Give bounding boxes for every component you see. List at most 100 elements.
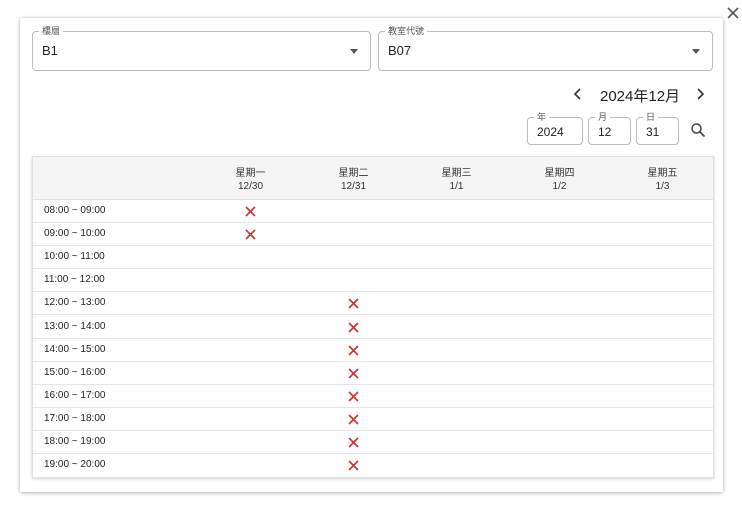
slot-cell[interactable] — [405, 200, 508, 223]
time-slot-label: 14:00 ~ 15:00 — [44, 343, 106, 355]
year-input-value: 2024 — [537, 125, 564, 139]
slot-cell[interactable] — [611, 454, 714, 477]
slot-cell[interactable] — [405, 246, 508, 269]
slot-cell[interactable] — [199, 362, 302, 385]
schedule-dialog: 樓層 B1 教室代號 B07 2024年12月 年 2024 月 12 日 31… — [20, 18, 723, 492]
slot-cell[interactable] — [405, 316, 508, 339]
slot-cell[interactable] — [405, 292, 508, 315]
slot-cell[interactable] — [508, 292, 611, 315]
slot-cell[interactable] — [302, 454, 405, 477]
slot-cell[interactable] — [199, 223, 302, 246]
slot-cell[interactable] — [199, 269, 302, 292]
slot-cell[interactable] — [302, 362, 405, 385]
slot-cell[interactable] — [302, 269, 405, 292]
time-slot-label: 09:00 ~ 10:00 — [44, 228, 106, 240]
slot-cell[interactable] — [302, 292, 405, 315]
weekday-label: 星期二 — [338, 168, 369, 179]
slot-cell[interactable] — [508, 339, 611, 362]
year-input[interactable]: 年 2024 — [527, 111, 583, 145]
close-x-icon — [245, 229, 256, 240]
weekday-label: 星期五 — [647, 168, 678, 179]
slot-cell[interactable] — [199, 339, 302, 362]
time-slot-label: 12:00 ~ 13:00 — [44, 297, 106, 309]
slot-cell[interactable] — [611, 362, 714, 385]
slot-cell[interactable] — [199, 246, 302, 269]
slot-cell[interactable] — [508, 385, 611, 408]
slot-cell[interactable] — [302, 223, 405, 246]
slot-cell[interactable] — [302, 385, 405, 408]
slot-cell[interactable] — [405, 362, 508, 385]
slot-cell[interactable] — [199, 292, 302, 315]
slot-cell[interactable] — [508, 431, 611, 454]
day-input[interactable]: 日 31 — [636, 111, 679, 145]
slot-cell[interactable] — [611, 408, 714, 431]
slot-cell[interactable] — [611, 223, 714, 246]
slot-cell[interactable] — [611, 385, 714, 408]
slot-cell[interactable] — [405, 431, 508, 454]
close-x-icon — [348, 391, 359, 402]
chevron-left-icon[interactable] — [570, 84, 586, 104]
slot-cell[interactable] — [405, 408, 508, 431]
slot-cell[interactable] — [199, 408, 302, 431]
slot-cell[interactable] — [302, 339, 405, 362]
slot-cell[interactable] — [405, 339, 508, 362]
close-x-icon — [348, 321, 359, 333]
table-row: 13:00 ~ 14:00 — [33, 316, 713, 339]
floor-select-value: B1 — [42, 43, 58, 58]
slot-cell[interactable] — [302, 200, 405, 223]
slot-cell[interactable] — [508, 362, 611, 385]
close-x-icon — [348, 345, 359, 356]
slot-cell[interactable] — [199, 454, 302, 477]
time-slot-label: 17:00 ~ 18:00 — [44, 412, 106, 424]
slot-cell[interactable] — [199, 200, 302, 223]
slot-cell[interactable] — [302, 408, 405, 431]
slot-cell[interactable] — [611, 246, 714, 269]
slot-cell[interactable] — [508, 269, 611, 292]
slot-cell[interactable] — [405, 269, 508, 292]
table-row: 16:00 ~ 17:00 — [33, 385, 713, 408]
close-x-icon — [348, 460, 359, 471]
slot-cell[interactable] — [302, 316, 405, 339]
slot-cell[interactable] — [508, 200, 611, 223]
slot-cell[interactable] — [611, 200, 714, 223]
slot-cell[interactable] — [199, 316, 302, 339]
slot-cell[interactable] — [508, 316, 611, 339]
search-icon[interactable] — [690, 122, 706, 138]
day-input-value: 31 — [646, 125, 660, 139]
year-input-label: 年 — [534, 111, 550, 123]
floor-select[interactable]: 樓層 B1 — [32, 25, 371, 71]
day-input-label: 日 — [643, 111, 659, 123]
slot-cell[interactable] — [611, 316, 714, 339]
close-icon[interactable] — [724, 4, 742, 22]
date-label: 1/3 — [655, 181, 670, 192]
chevron-right-icon[interactable] — [692, 84, 708, 104]
room-select[interactable]: 教室代號 B07 — [378, 25, 713, 71]
slot-cell[interactable] — [508, 223, 611, 246]
time-slot-label: 16:00 ~ 17:00 — [44, 389, 106, 401]
slot-cell[interactable] — [405, 223, 508, 246]
month-input[interactable]: 月 12 — [588, 111, 631, 145]
table-row: 18:00 ~ 19:00 — [33, 431, 713, 454]
slot-cell[interactable] — [508, 454, 611, 477]
slot-cell[interactable] — [611, 269, 714, 292]
slot-cell[interactable] — [611, 292, 714, 315]
time-slot-label: 13:00 ~ 14:00 — [44, 320, 106, 332]
slot-cell[interactable] — [302, 431, 405, 454]
floor-select-label: 樓層 — [39, 25, 64, 37]
table-row: 09:00 ~ 10:00 — [33, 223, 714, 247]
slot-cell[interactable] — [611, 431, 714, 454]
slot-cell[interactable] — [199, 431, 302, 454]
slot-cell[interactable] — [611, 339, 714, 362]
date-label: 12/31 — [340, 181, 367, 192]
caret-down-icon — [350, 49, 358, 54]
day-header: 星期五 1/3 — [611, 157, 714, 200]
slot-cell[interactable] — [405, 454, 508, 477]
slot-cell[interactable] — [508, 246, 611, 269]
slot-cell[interactable] — [508, 408, 611, 431]
slot-cell[interactable] — [302, 246, 405, 269]
slot-cell[interactable] — [405, 385, 508, 408]
weekday-label: 星期四 — [544, 168, 575, 179]
table-row: 10:00 ~ 11:00 — [33, 246, 714, 270]
weekday-label: 星期一 — [235, 168, 266, 179]
slot-cell[interactable] — [199, 385, 302, 408]
